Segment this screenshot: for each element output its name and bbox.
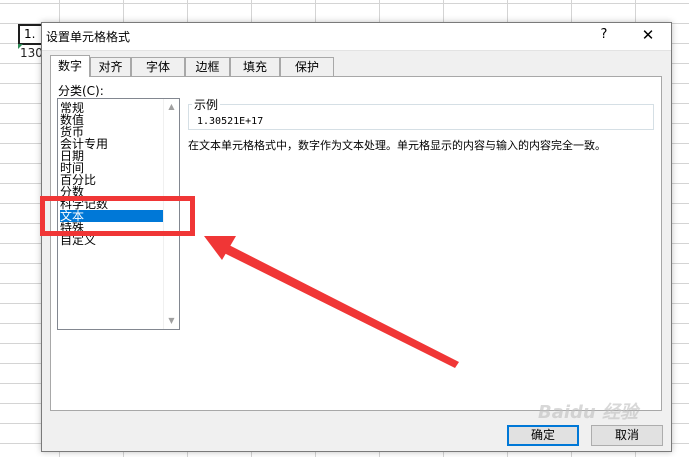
watermark: Baidu 经验 — [538, 402, 639, 423]
annotation-arrow-icon — [204, 236, 459, 368]
tab-number[interactable]: 数字 — [50, 55, 90, 77]
